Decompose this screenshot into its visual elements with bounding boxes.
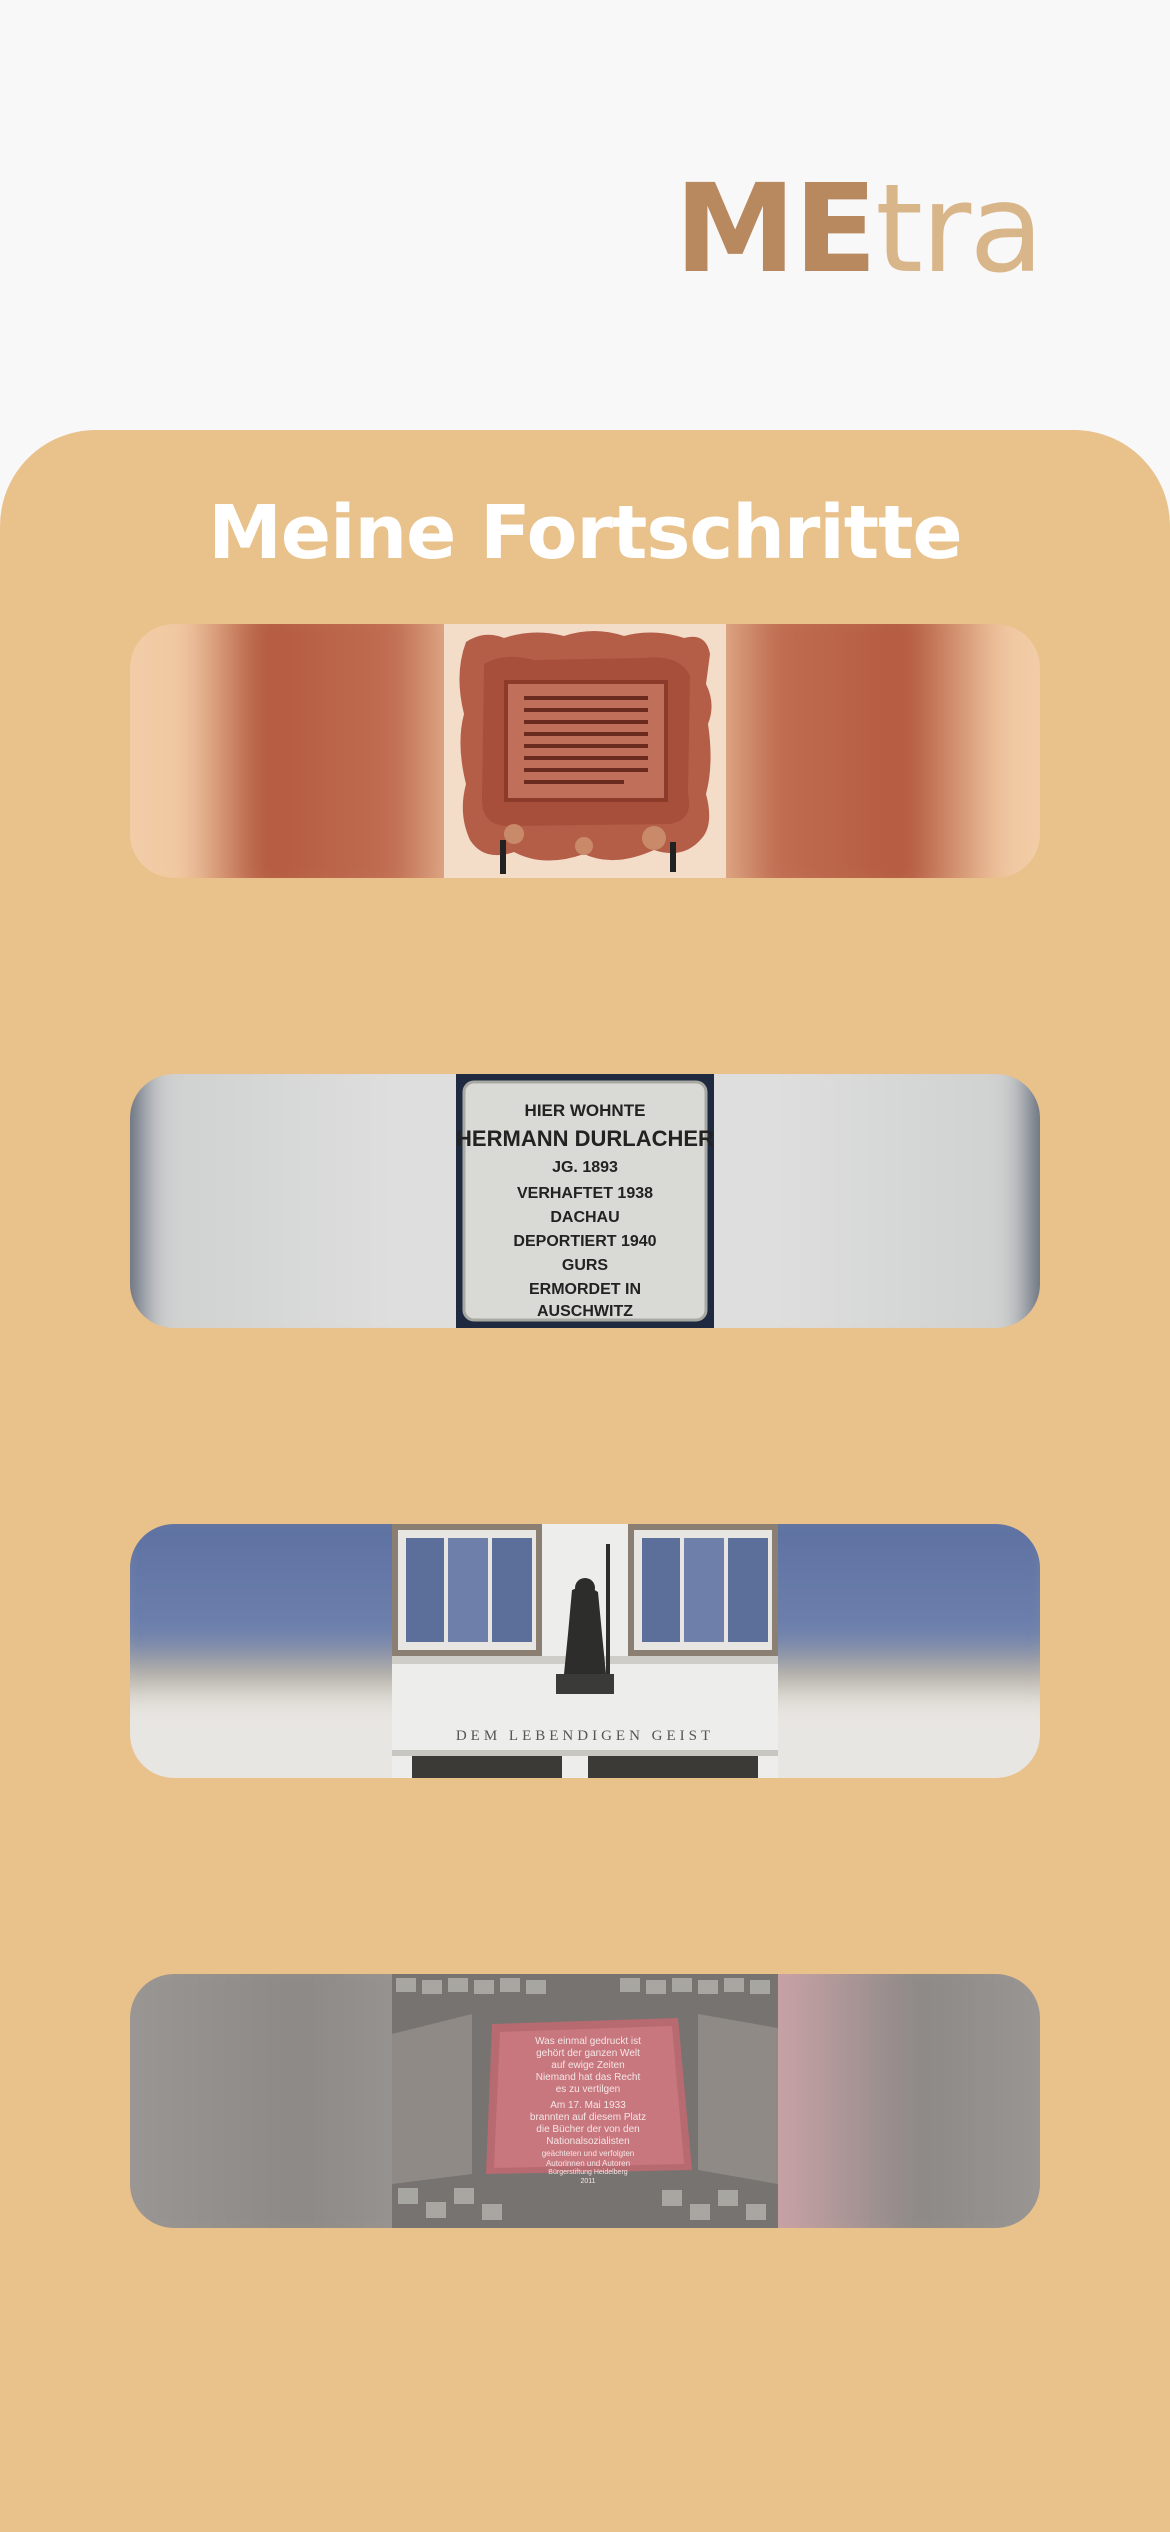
inscription-line: DEPORTIERT 1940 [513,1233,656,1250]
progress-card-memorial[interactable]: Was einmal gedruckt ist gehört der ganze… [130,1974,1040,2228]
inscription-line: brannten auf diesem Platz [530,2112,646,2123]
inscription-line: Am 17. Mai 1933 [550,2100,626,2111]
inscription-line: die Bücher der von den [536,2124,639,2135]
facade-inscription: DEM LEBENDIGEN GEIST [456,1728,714,1744]
inscription-line: geächteten und verfolgten [542,2149,635,2158]
inscription-line: DACHAU [550,1209,619,1226]
inscription-line: HIER WOHNTE [525,1101,646,1120]
inscription-line: auf ewige Zeiten [551,2060,624,2071]
inscription-line: GURS [562,1257,609,1274]
inscription-line: es zu vertilgen [556,2084,620,2095]
inscription-line: Niemand hat das Recht [536,2072,641,2083]
page-title: Meine Fortschritte [208,490,962,576]
inscription-line: 2011 [580,2178,595,2185]
inscription-line: HERMANN DURLACHER [456,1126,714,1151]
inscription-line: JG. 1893 [552,1159,618,1176]
logo-text-bold: ME [674,158,877,300]
progress-card-plaque[interactable] [130,624,1040,878]
inscription-line: VERHAFTET 1938 [517,1185,653,1202]
inscription-line: Autorinnen und Autoren [546,2159,630,2168]
inscription-line: ERMORDET IN [529,1281,641,1298]
logo-text-light: tra [875,158,1044,300]
university-photo: DEM LEBENDIGEN GEIST [392,1524,778,1778]
inscription-line: AUSCHWITZ [537,1303,633,1320]
inscription-line: gehört der ganzen Welt [536,2048,640,2059]
plaque-photo [444,624,726,878]
stolperstein-photo: HIER WOHNTE HERMANN DURLACHER JG. 1893 V… [456,1074,714,1328]
progress-card-stolperstein[interactable]: HIER WOHNTE HERMANN DURLACHER JG. 1893 V… [130,1074,1040,1328]
progress-card-university[interactable]: DEM LEBENDIGEN GEIST [130,1524,1040,1778]
inscription-line: Bürgerstiftung Heidelberg [548,2169,627,2176]
inscription-line: Nationalsozialisten [546,2136,629,2147]
memorial-photo: Was einmal gedruckt ist gehört der ganze… [392,1974,778,2228]
inscription-line: Was einmal gedruckt ist [535,2036,641,2047]
app-logo: ME tra [674,158,1044,300]
